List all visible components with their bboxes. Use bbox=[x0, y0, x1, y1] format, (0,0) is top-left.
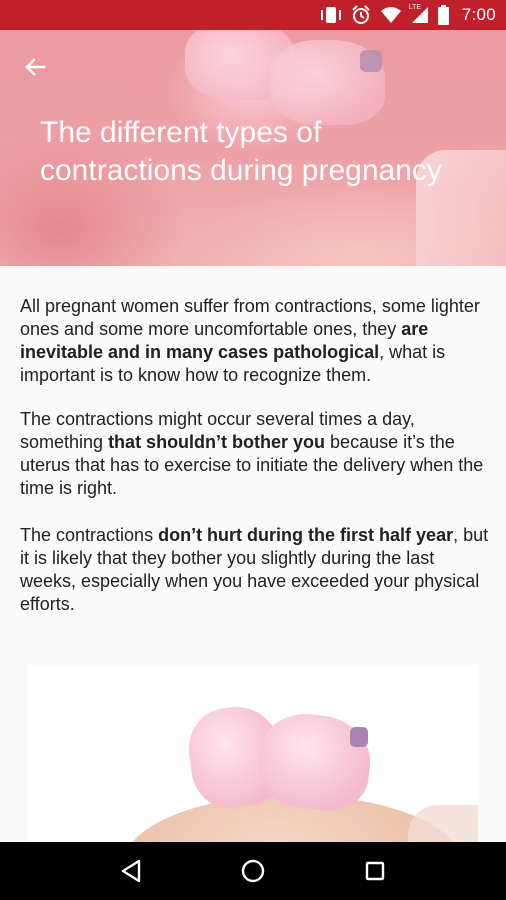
article-content[interactable]: All pregnant women suffer from contracti… bbox=[0, 266, 506, 842]
battery-icon bbox=[437, 5, 449, 25]
article-paragraph-3: The contractions don’t hurt during the f… bbox=[20, 524, 492, 616]
back-triangle-icon bbox=[121, 859, 141, 883]
image-skin bbox=[408, 805, 478, 842]
vibrate-icon bbox=[320, 6, 342, 24]
status-bar: LTE 7:00 bbox=[0, 0, 506, 30]
article-title: The different types of contractions duri… bbox=[40, 116, 442, 187]
article-image bbox=[28, 665, 478, 842]
lte-label: LTE bbox=[408, 4, 422, 11]
article-paragraph-1: All pregnant women suffer from contracti… bbox=[20, 295, 492, 387]
home-circle-icon bbox=[241, 859, 265, 883]
article-paragraph-2: The contractions might occur several tim… bbox=[20, 408, 492, 500]
paragraph-3-bold: don’t hurt during the first half year bbox=[158, 525, 454, 545]
nav-recents-button[interactable] bbox=[355, 851, 395, 891]
nav-back-button[interactable] bbox=[111, 851, 151, 891]
hero-bootie-tab bbox=[360, 50, 382, 72]
navigation-bar bbox=[0, 842, 506, 900]
recents-square-icon bbox=[365, 861, 385, 881]
status-time: 7:00 bbox=[461, 5, 496, 24]
image-bootie-tab bbox=[350, 727, 368, 747]
back-button[interactable] bbox=[18, 50, 52, 84]
lte-signal-icon: LTE bbox=[408, 4, 429, 24]
article-header-image: The different types of contractions duri… bbox=[0, 30, 506, 266]
paragraph-3-text: The contractions bbox=[20, 525, 159, 545]
paragraph-2-bold: that shouldn’t bother you bbox=[108, 432, 326, 452]
arrow-left-icon bbox=[25, 58, 46, 76]
nav-home-button[interactable] bbox=[233, 851, 273, 891]
alarm-icon bbox=[351, 5, 371, 25]
wifi-icon bbox=[380, 6, 402, 24]
